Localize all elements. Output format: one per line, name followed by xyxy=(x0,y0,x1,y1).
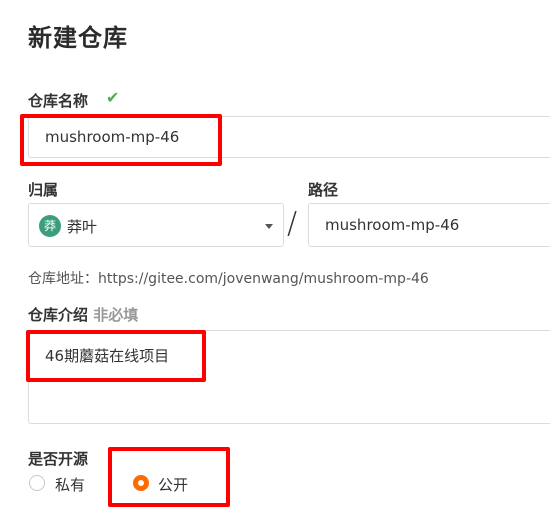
owner-label: 归属 xyxy=(28,181,59,199)
description-label-text: 仓库介绍 xyxy=(28,306,89,324)
owner-select[interactable]: 莽 莽叶 xyxy=(28,203,284,247)
highlight-box-description xyxy=(26,330,206,382)
check-icon: ✔ xyxy=(106,88,120,107)
path-separator: / xyxy=(287,206,298,241)
path-input[interactable]: mushroom-mp-46 xyxy=(308,203,550,247)
description-label: 仓库介绍 非必填 xyxy=(28,304,138,325)
repo-address-label: 仓库地址： xyxy=(28,271,98,287)
highlight-box-repo-name xyxy=(20,114,222,166)
page-title: 新建仓库 xyxy=(28,24,128,52)
path-label: 路径 xyxy=(308,181,339,199)
path-value: mushroom-mp-46 xyxy=(325,216,460,234)
repo-address: 仓库地址：https://gitee.com/jovenwang/mushroo… xyxy=(28,268,429,288)
visibility-label: 是否开源 xyxy=(28,450,89,468)
highlight-box-visibility xyxy=(108,447,230,507)
repo-address-url: https://gitee.com/jovenwang/mushroom-mp-… xyxy=(98,271,429,287)
radio-private[interactable]: 私有 xyxy=(28,474,108,496)
owner-value: 莽叶 xyxy=(67,218,98,236)
radio-private-circle[interactable] xyxy=(29,475,45,491)
repo-name-label: 仓库名称 xyxy=(28,92,89,110)
caret-down-icon xyxy=(265,224,273,229)
optional-tag: 非必填 xyxy=(93,306,139,324)
radio-private-label: 私有 xyxy=(55,476,86,494)
avatar: 莽 xyxy=(39,215,61,237)
